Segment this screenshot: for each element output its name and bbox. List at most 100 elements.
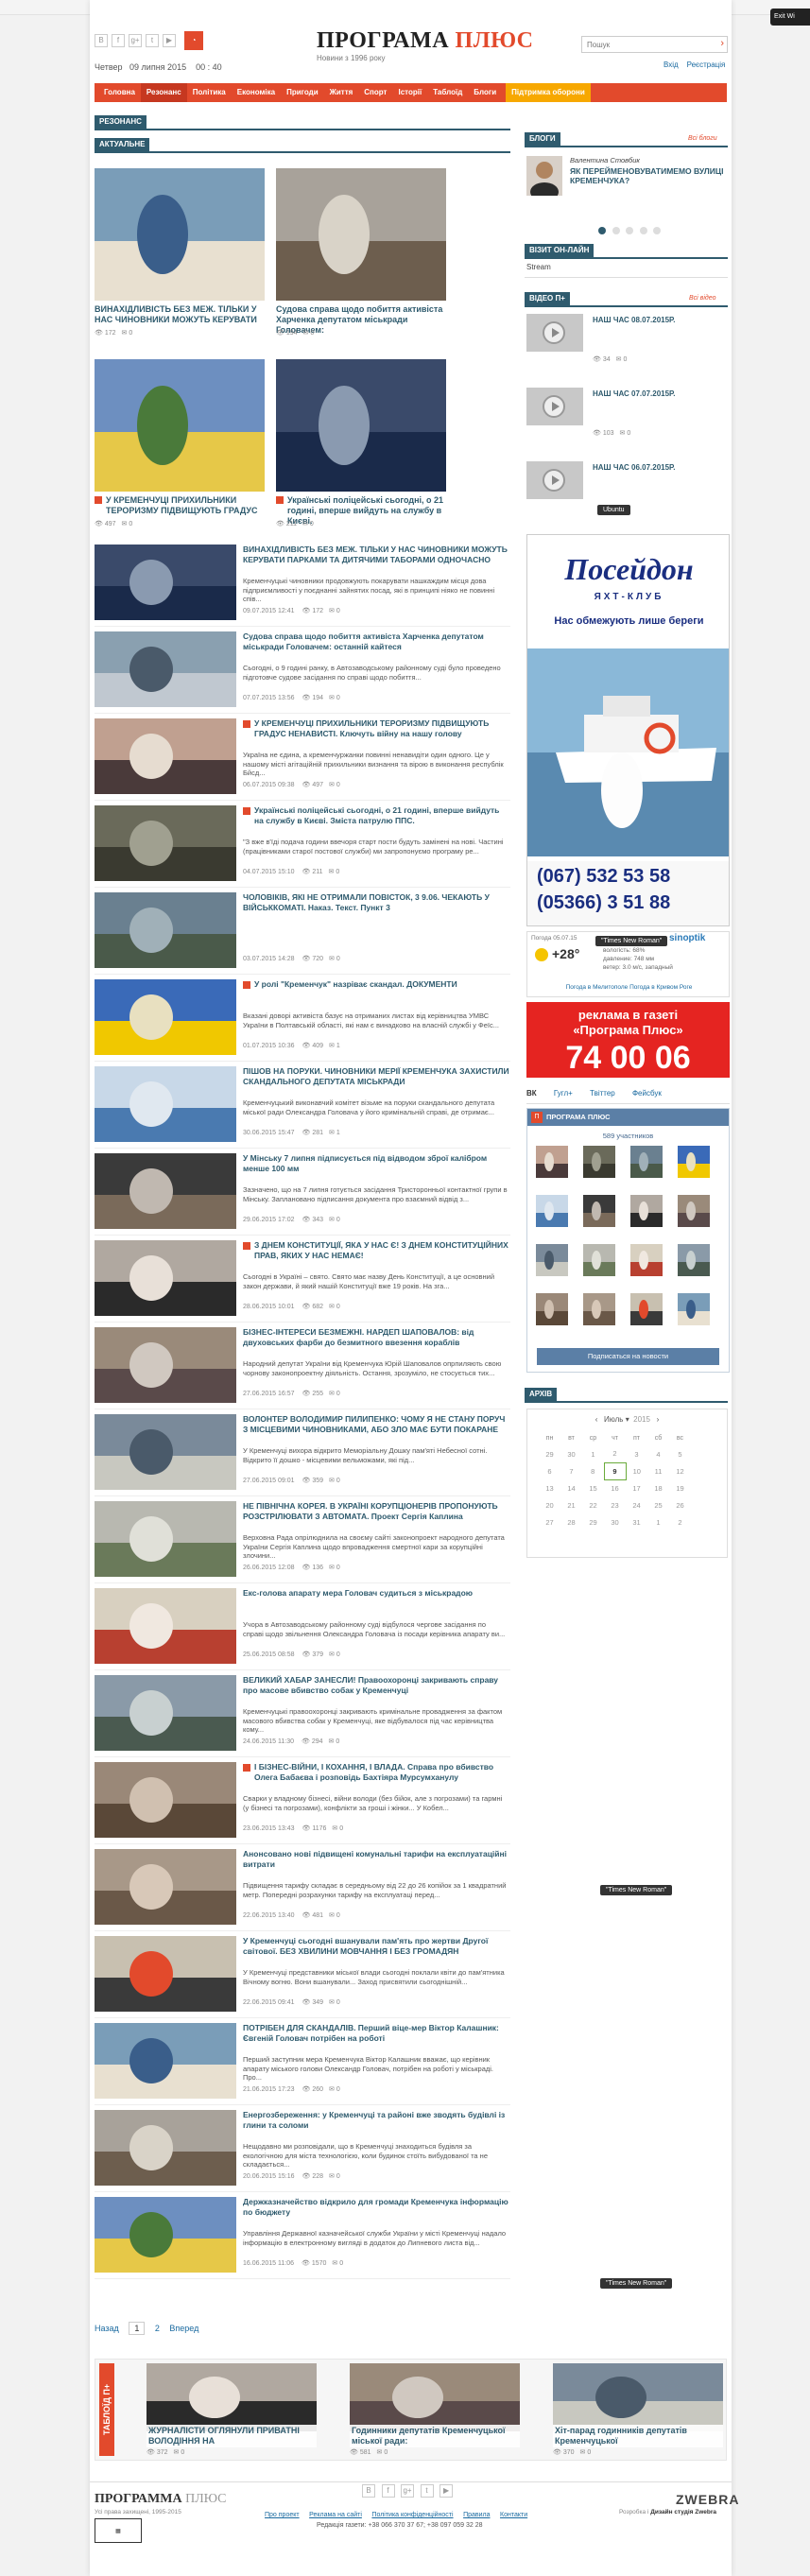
search-submit-icon[interactable]: › (720, 38, 724, 49)
all-blogs-link[interactable]: Всі блоги (688, 135, 717, 142)
vk-member-avatar[interactable] (630, 1244, 663, 1276)
calendar-day[interactable]: 13 (539, 1479, 560, 1496)
calendar-day[interactable]: 25 (647, 1496, 669, 1513)
blog-title[interactable]: ЯК ПЕРЕЙМЕНОВУВАТИМЕМО ВУЛИЦІ КРЕМЕНЧУКА… (570, 166, 726, 185)
calendar-day[interactable]: 3 (626, 1445, 647, 1462)
footer-design-link[interactable]: Дизайн студія Zwebra (650, 2509, 716, 2515)
calendar-day[interactable]: 22 (582, 1496, 604, 1513)
news-photo[interactable] (95, 1588, 236, 1664)
news-photo[interactable] (95, 1849, 236, 1925)
news-title[interactable]: Українські поліцейські сьогодні, о 21 го… (254, 805, 510, 826)
calendar-day[interactable]: 1 (582, 1445, 604, 1462)
facebook-icon[interactable]: f (112, 34, 125, 47)
footer-logo[interactable]: ПРОГРАММА ПЛЮС (95, 2492, 226, 2507)
calendar-day[interactable]: 11 (647, 1462, 669, 1479)
calendar-day[interactable]: 15 (582, 1479, 604, 1496)
featured-photo[interactable] (276, 168, 446, 301)
register-link[interactable]: Реєстрація (687, 61, 726, 69)
footer-link[interactable]: Правила (463, 2512, 490, 2518)
nav-item-special[interactable]: Підтримка оборони (506, 83, 591, 102)
featured-photo[interactable] (95, 168, 265, 301)
calendar-day[interactable]: 16 (604, 1479, 626, 1496)
video-title[interactable]: НАШ ЧАС 08.07.2015Р. (593, 316, 675, 324)
news-title[interactable]: З ДНЕМ КОНСТИТУЦІЇ, ЯКА У НАС Є! З ДНЕМ … (254, 1240, 510, 1261)
news-photo[interactable] (95, 892, 236, 968)
vk-member-avatar[interactable] (630, 1293, 663, 1325)
tabloid-title[interactable]: ЖУРНАЛІСТИ ОГЛЯНУЛИ ПРИВАТНІ ВОЛОДІННЯ Н… (146, 2425, 317, 2447)
news-photo[interactable] (95, 1675, 236, 1751)
counter-badge[interactable]: ▦ (95, 2518, 142, 2543)
featured-title[interactable]: ВИНАХІДЛИВІСТЬ БЕЗ МЕЖ. ТІЛЬКИ У НАС ЧИН… (95, 304, 274, 325)
calendar-day[interactable]: 17 (626, 1479, 647, 1496)
play-icon[interactable] (543, 395, 565, 418)
vk-member-avatar[interactable] (536, 1146, 568, 1178)
news-photo[interactable] (95, 979, 236, 1055)
vk-member-avatar[interactable] (583, 1244, 615, 1276)
news-title[interactable]: У КРЕМЕНЧУЦІ ПРИХИЛЬНИКИ ТЕРОРИЗМУ ПІДВИ… (254, 718, 510, 739)
news-title[interactable]: Судова справа щодо побиття активіста Хар… (243, 631, 510, 652)
nav-item-active[interactable]: Резонанс (140, 83, 187, 102)
stream-label[interactable]: Stream (526, 263, 551, 271)
news-photo[interactable] (95, 1501, 236, 1577)
calendar-day[interactable]: 29 (539, 1445, 560, 1462)
footer-link[interactable]: Контакти (500, 2512, 527, 2518)
news-title[interactable]: Екс-голова апарату мера Головач судиться… (243, 1588, 510, 1599)
social-tab-google[interactable]: Гугл+ (554, 1089, 573, 1098)
exit-fullscreen-button[interactable]: Exit Wi (770, 9, 810, 26)
facebook-icon[interactable]: f (381, 2484, 395, 2498)
featured-photo[interactable] (95, 359, 265, 492)
google-plus-icon[interactable]: g+ (129, 34, 142, 47)
all-video-link[interactable]: Всі відео (689, 295, 716, 302)
calendar-prev-icon[interactable]: ‹ (595, 1415, 598, 1424)
news-photo[interactable] (95, 1066, 236, 1142)
tabloid-title[interactable]: Хіт-парад годинників депутатів Кременчуц… (553, 2425, 723, 2447)
calendar-day[interactable]: 12 (669, 1462, 691, 1479)
vk-member-avatar[interactable] (583, 1293, 615, 1325)
weather-caption[interactable]: Погода в Мелитополе Погода в Кривом Роге (527, 984, 731, 991)
nav-item[interactable]: Життя (324, 83, 359, 102)
calendar-day[interactable]: 7 (560, 1462, 582, 1479)
calendar-day[interactable]: 24 (626, 1496, 647, 1513)
news-title[interactable]: І БІЗНЕС-ВІЙНИ, І КОХАННЯ, І ВЛАДА. Спра… (254, 1762, 510, 1783)
news-title[interactable]: У Кременчуці сьогодні вшанували пам'ять … (243, 1936, 510, 1957)
news-title[interactable]: Анонсовано нові підвищені комунальні тар… (243, 1849, 510, 1870)
rss-icon[interactable]: ◔ (184, 31, 203, 50)
footer-link[interactable]: Про проект (265, 2512, 300, 2518)
social-tab-facebook[interactable]: Фейсбук (632, 1089, 662, 1098)
featured-title[interactable]: У КРЕМЕНЧУЦІ ПРИХИЛЬНИКИ ТЕРОРИЗМУ ПІДВИ… (95, 495, 274, 516)
calendar-day[interactable]: 26 (669, 1496, 691, 1513)
nav-item[interactable]: Пригоди (281, 83, 324, 102)
login-link[interactable]: Вхід (664, 61, 679, 69)
news-title[interactable]: ВЕЛИКИЙ ХАБАР ЗАНЕСЛИ! Правоохоронці зак… (243, 1675, 510, 1696)
blog-author-photo[interactable] (526, 156, 562, 196)
site-logo[interactable]: ПРОГРАМА ПЛЮС (317, 28, 533, 54)
news-photo[interactable] (95, 805, 236, 881)
vk-group-name[interactable]: ПРОГРАМА ПЛЮС (546, 1113, 611, 1121)
calendar-day[interactable]: 27 (539, 1513, 560, 1530)
calendar-day[interactable]: 5 (669, 1445, 691, 1462)
video-thumbnail[interactable] (526, 388, 583, 425)
news-photo[interactable] (95, 718, 236, 794)
carousel-dot[interactable] (653, 227, 662, 234)
calendar-day[interactable]: 1 (647, 1513, 669, 1530)
calendar-day[interactable]: 14 (560, 1479, 582, 1496)
vk-member-avatar[interactable] (630, 1146, 663, 1178)
zwebra-logo[interactable]: ZWEBRA (676, 2492, 739, 2507)
carousel-dot[interactable] (626, 227, 634, 234)
gazette-ad[interactable]: реклама в газеті «Програма Плюс» 74 00 0… (526, 1002, 730, 1078)
calendar-day[interactable]: 21 (560, 1496, 582, 1513)
news-photo[interactable] (95, 631, 236, 707)
news-title[interactable]: ПІШОВ НА ПОРУКИ. ЧИНОВНИКИ МЕРІЇ КРЕМЕНЧ… (243, 1066, 510, 1087)
news-photo[interactable] (95, 2197, 236, 2273)
news-photo[interactable] (95, 1414, 236, 1490)
news-title[interactable]: ВОЛОНТЕР ВОЛОДИМИР ПИЛИПЕНКО: ЧОМУ Я НЕ … (243, 1414, 510, 1435)
featured-photo[interactable] (276, 359, 446, 492)
calendar-day[interactable]: 30 (560, 1445, 582, 1462)
poseidon-ad[interactable]: Посейдон ЯХТ-КЛУБ Нас обмежують лише бер… (526, 534, 730, 926)
play-icon[interactable] (543, 321, 565, 344)
news-title[interactable]: НЕ ПІВНІЧНА КОРЕЯ. В УКРАЇНІ КОРУПЦІОНЕР… (243, 1501, 510, 1522)
video-thumbnail[interactable] (526, 314, 583, 352)
news-photo[interactable] (95, 1240, 236, 1316)
calendar-day[interactable]: 30 (604, 1513, 626, 1530)
calendar-next-icon[interactable]: › (657, 1415, 660, 1424)
